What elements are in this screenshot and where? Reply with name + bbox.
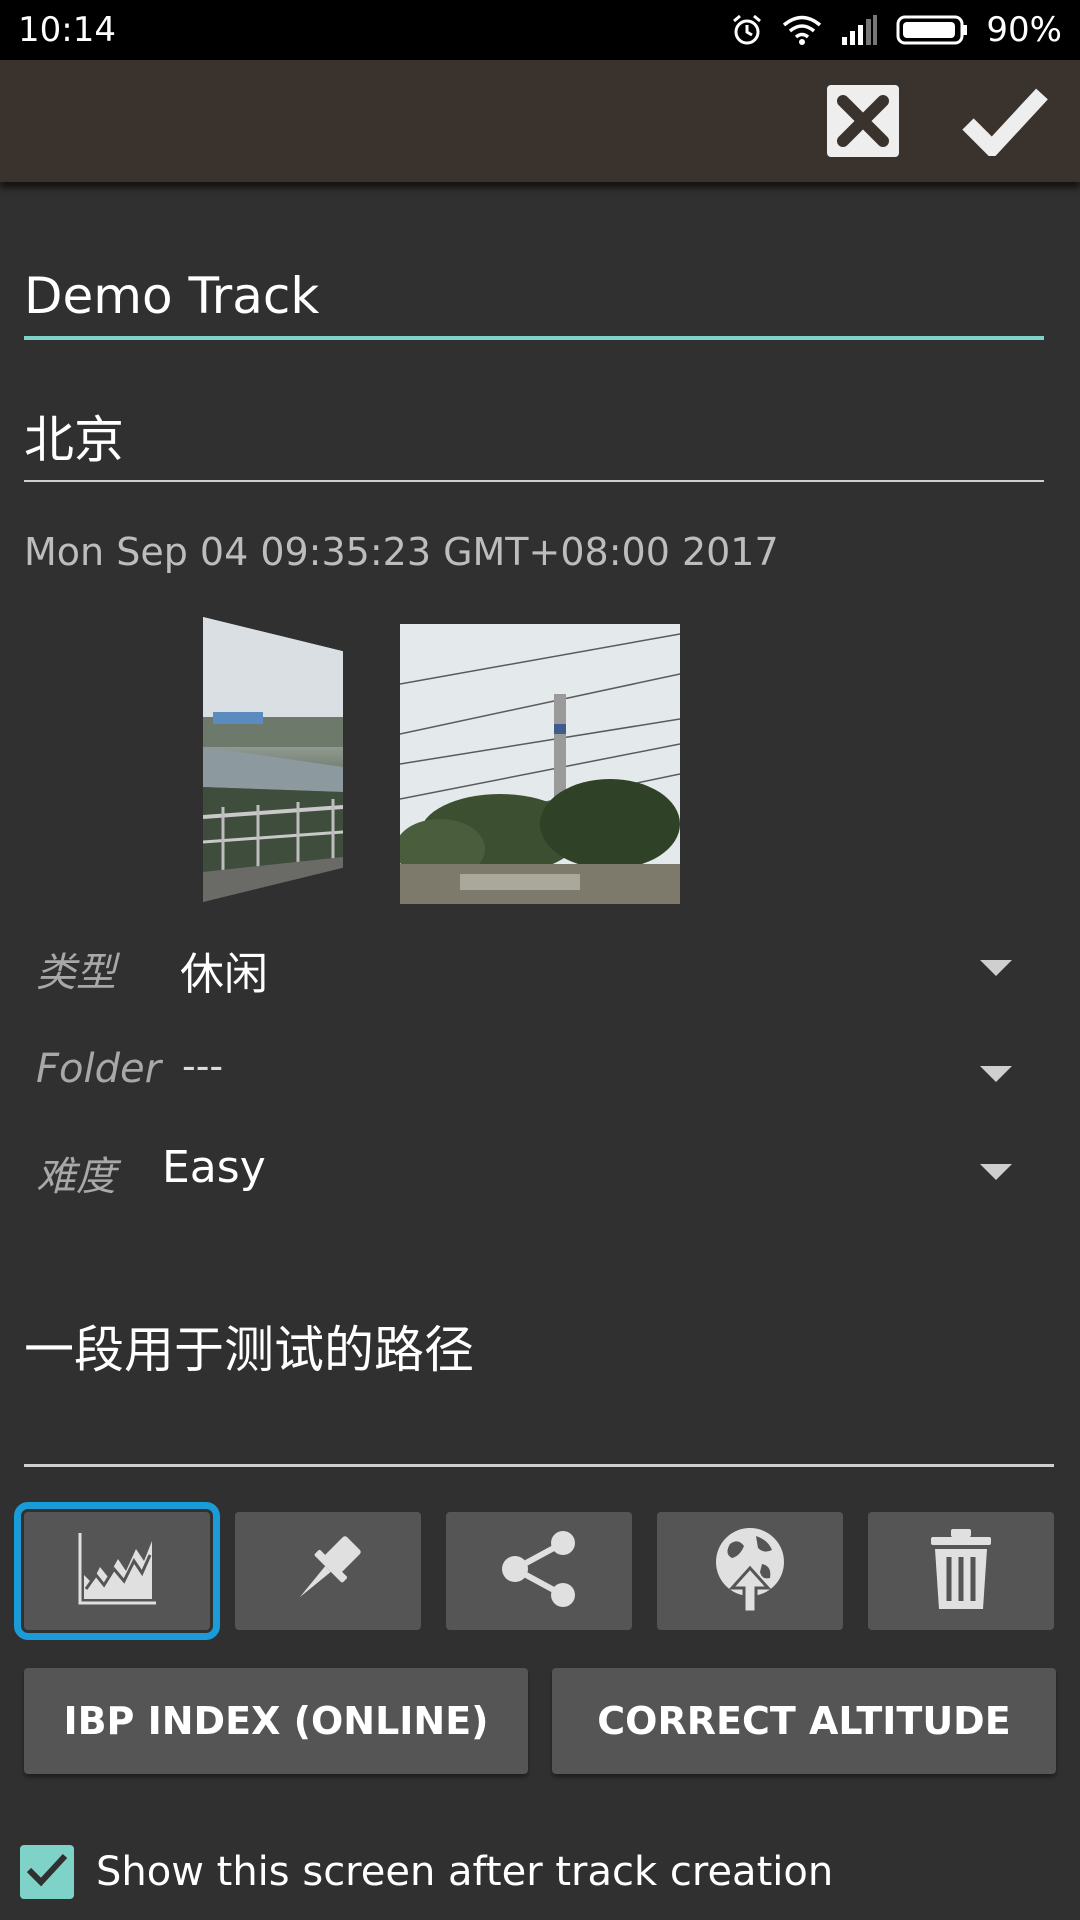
pushpin-icon — [286, 1527, 370, 1615]
activity-type-spinner[interactable]: 类型 休闲 — [0, 920, 1080, 1010]
altitude-chart-button[interactable] — [14, 1502, 220, 1640]
globe-upload-icon — [710, 1524, 790, 1618]
difficulty-spinner[interactable]: 难度 Easy — [0, 1124, 1080, 1214]
difficulty-value: Easy — [162, 1142, 266, 1193]
status-bar: 10:14 90% — [0, 0, 1080, 60]
folder-spinner[interactable]: Folder --- — [0, 1026, 1080, 1116]
activity-type-label: 类型 — [36, 950, 116, 996]
ibp-index-button[interactable]: IBP INDEX (ONLINE) — [24, 1668, 528, 1774]
wifi-icon — [782, 14, 822, 46]
share-icon — [497, 1529, 581, 1613]
activity-type-value: 休闲 — [180, 949, 268, 1000]
dropdown-arrow-icon — [980, 1164, 1012, 1180]
folder-value: --- — [182, 1044, 224, 1088]
dropdown-arrow-icon — [980, 960, 1012, 976]
trash-icon — [929, 1527, 993, 1615]
action-bar — [0, 60, 1080, 182]
chart-icon — [76, 1531, 158, 1611]
status-icons: 90% — [730, 8, 1062, 52]
delete-button[interactable] — [868, 1512, 1054, 1630]
signal-icon — [840, 15, 878, 45]
track-title-input[interactable]: Demo Track — [24, 256, 1044, 340]
dropdown-arrow-icon — [980, 1066, 1012, 1082]
correct-altitude-button[interactable]: CORRECT ALTITUDE — [552, 1668, 1056, 1774]
description-input[interactable]: 一段用于测试的路径 — [24, 1310, 1054, 1467]
close-icon — [825, 83, 901, 163]
track-datetime: Mon Sep 04 09:35:23 GMT+08:00 2017 — [24, 530, 779, 574]
show-screen-checkbox-row[interactable]: Show this screen after track creation — [20, 1844, 833, 1900]
checkmark-icon — [25, 1852, 69, 1892]
difficulty-label: 难度 — [36, 1154, 116, 1200]
upload-button[interactable] — [657, 1512, 843, 1630]
check-icon — [962, 86, 1048, 160]
share-button[interactable] — [446, 1512, 632, 1630]
show-screen-checkbox-label: Show this screen after track creation — [96, 1849, 834, 1895]
battery-percentage: 90% — [986, 10, 1062, 50]
waypoint-button[interactable] — [235, 1512, 421, 1630]
cancel-button[interactable] — [818, 78, 908, 168]
alarm-icon — [730, 13, 764, 47]
battery-icon — [896, 15, 968, 45]
folder-label: Folder — [36, 1046, 162, 1092]
show-screen-checkbox[interactable] — [20, 1845, 74, 1899]
location-input[interactable]: 北京 — [24, 400, 1044, 482]
photo-thumbnail-chimney[interactable] — [400, 624, 680, 904]
save-button[interactable] — [960, 78, 1050, 168]
photo-thumbnail-bridge[interactable] — [203, 617, 343, 902]
status-time: 10:14 — [18, 10, 116, 50]
